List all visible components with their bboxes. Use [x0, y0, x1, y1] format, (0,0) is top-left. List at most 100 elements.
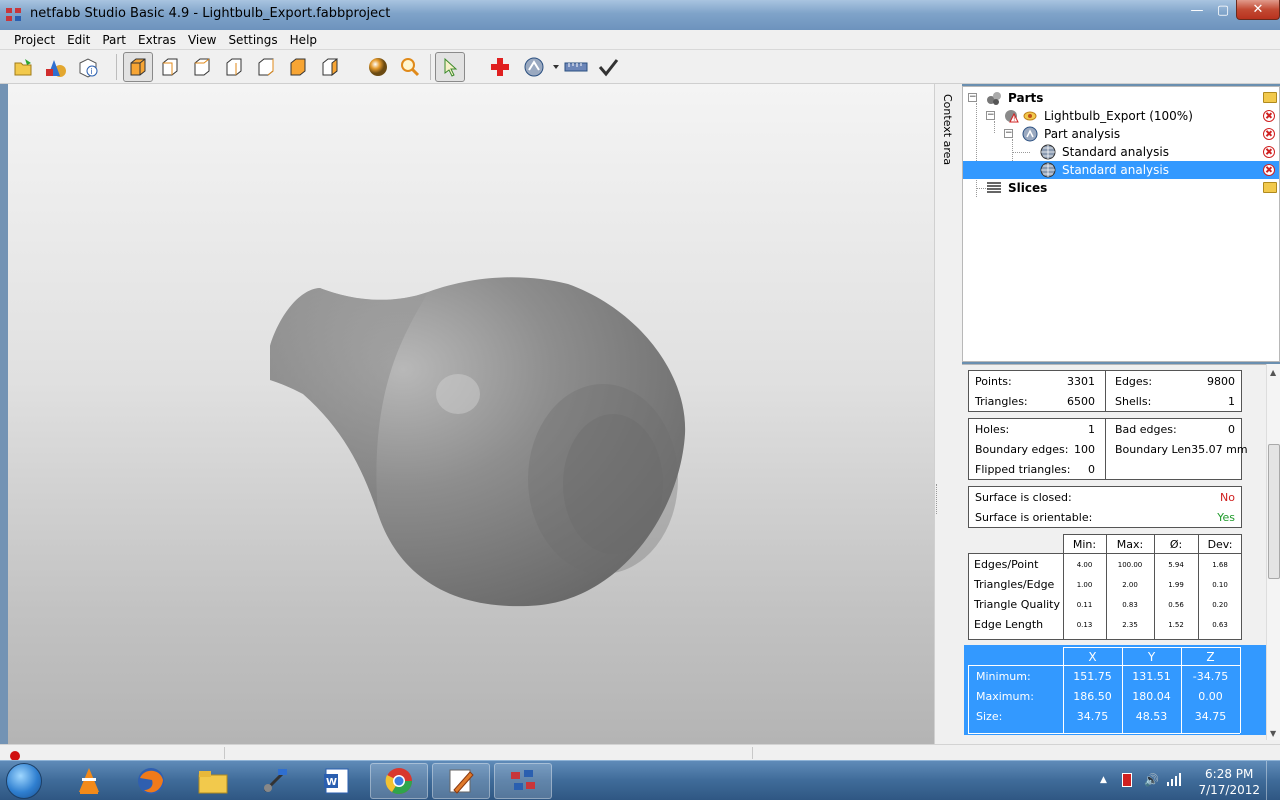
stats-row-label: Triangle Quality: [974, 598, 1061, 611]
menu-help[interactable]: Help: [284, 30, 323, 50]
menu-extras[interactable]: Extras: [132, 30, 182, 50]
shells-label: Shells:: [1115, 395, 1152, 408]
lightbulb-model[interactable]: [8, 84, 934, 744]
tree-item-part[interactable]: − ! Lightbulb_Export (100%): [963, 107, 1279, 125]
remove-icon[interactable]: [1263, 164, 1275, 176]
menu-view[interactable]: View: [182, 30, 222, 50]
extents-table[interactable]: X Y Z Minimum: 151.75 131.51 -34.75 Maxi…: [964, 645, 1266, 735]
stats-cell: 0.20: [1212, 601, 1228, 609]
view-back-icon[interactable]: [187, 52, 217, 82]
explorer-icon[interactable]: [184, 763, 242, 799]
tree-item-part-analysis[interactable]: − Part analysis: [963, 125, 1279, 143]
scroll-down-icon[interactable]: ▼: [1270, 729, 1276, 738]
analysis-scrollbar[interactable]: ▲ ▼: [1266, 364, 1280, 740]
stats-row-label: Edges/Point: [974, 558, 1039, 571]
extent-cell: 34.75: [1076, 710, 1109, 723]
remove-icon[interactable]: [1263, 110, 1275, 122]
collapse-toggle[interactable]: −: [986, 111, 995, 120]
stats-cell: 4.00: [1076, 561, 1093, 569]
surface-box: Surface is closed: No Surface is orienta…: [968, 486, 1242, 528]
boundary-length: Boundary Len35.07 mm: [1115, 443, 1248, 456]
netfabb-icon[interactable]: [494, 763, 552, 799]
3d-viewport[interactable]: [8, 84, 934, 744]
scrollbar-thumb[interactable]: [1268, 444, 1280, 579]
network-icon[interactable]: [1166, 773, 1182, 790]
stats-cell: 1.68: [1212, 561, 1228, 569]
view-left-icon[interactable]: [219, 52, 249, 82]
stats-header-dev: Dev:: [1207, 538, 1233, 551]
menu-edit[interactable]: Edit: [61, 30, 96, 50]
triangles-value: 6500: [1067, 395, 1095, 408]
chrome-icon[interactable]: [370, 763, 428, 799]
stats-row-label: Edge Length: [974, 618, 1044, 631]
shading-icon[interactable]: [363, 52, 393, 82]
slices-icon: [986, 180, 1002, 196]
show-desktop-button[interactable]: [1266, 761, 1280, 800]
mesh-counts-box: Points: 3301 Edges: 9800 Triangles: 6500…: [968, 370, 1242, 412]
tree-item-standard-analysis[interactable]: Standard analysis: [963, 143, 1279, 161]
close-button[interactable]: ✕: [1236, 0, 1280, 20]
extent-header-y: Y: [1147, 650, 1156, 664]
view-top-icon[interactable]: [283, 52, 313, 82]
volume-icon[interactable]: 🔊: [1144, 773, 1159, 787]
statistics-table: Min: Max: Ø: Dev: Edges/Point 4.00 100.0…: [968, 534, 1242, 640]
apply-icon[interactable]: [593, 52, 623, 82]
menu-project[interactable]: Project: [8, 30, 61, 50]
vlc-icon[interactable]: [60, 763, 118, 799]
stats-cell: 1.00: [1076, 581, 1093, 589]
start-button[interactable]: [6, 763, 42, 799]
word-icon[interactable]: W: [308, 763, 366, 799]
part-info-icon[interactable]: i: [73, 52, 103, 82]
context-area-strip[interactable]: Context area: [934, 84, 962, 744]
folder-icon[interactable]: [1263, 92, 1277, 103]
open-icon[interactable]: [9, 52, 39, 82]
stats-cell: 2.35: [1122, 621, 1138, 629]
tree-label-part-analysis: Part analysis: [1044, 127, 1121, 141]
stats-cell: 2.00: [1122, 581, 1138, 589]
extent-cell: 186.50: [1073, 690, 1112, 703]
folder-icon[interactable]: [1263, 182, 1277, 193]
shells-value: 1: [1228, 395, 1235, 408]
surface-orientable-value: Yes: [1217, 511, 1235, 524]
menu-part[interactable]: Part: [96, 30, 132, 50]
maximize-button[interactable]: ▢: [1210, 0, 1236, 20]
tree-item-parts[interactable]: − Parts: [963, 89, 1279, 107]
tree-item-slices[interactable]: Slices: [963, 179, 1279, 197]
collapse-toggle[interactable]: −: [968, 93, 977, 102]
scroll-up-icon[interactable]: ▲: [1270, 368, 1276, 377]
show-hidden-icons-icon[interactable]: ▲: [1100, 775, 1107, 785]
firefox-icon[interactable]: [122, 763, 180, 799]
view-right-icon[interactable]: [251, 52, 281, 82]
paint-icon[interactable]: [432, 763, 490, 799]
measure-icon[interactable]: [561, 52, 591, 82]
extent-cell: 34.75: [1194, 710, 1227, 723]
view-front-icon[interactable]: [155, 52, 185, 82]
analysis-icon[interactable]: [517, 52, 563, 82]
stats-cell: 0.13: [1076, 621, 1093, 629]
repair-icon[interactable]: [485, 52, 515, 82]
visibility-eye-icon[interactable]: [1022, 108, 1038, 124]
extent-cell: 180.04: [1132, 690, 1171, 703]
tree-label-slices: Slices: [1008, 181, 1048, 195]
context-area-label: Context area: [941, 94, 954, 166]
zoom-icon[interactable]: [395, 52, 425, 82]
menu-settings[interactable]: Settings: [222, 30, 283, 50]
collapse-toggle[interactable]: −: [1004, 129, 1013, 138]
stats-cell: 0.63: [1212, 621, 1228, 629]
edges-value: 9800: [1207, 375, 1235, 388]
add-primitive-icon[interactable]: [41, 52, 71, 82]
view-3d-icon[interactable]: [123, 52, 153, 82]
minimize-button[interactable]: —: [1184, 0, 1210, 20]
tree-item-standard-analysis-selected[interactable]: Standard analysis: [963, 161, 1279, 179]
system-clock[interactable]: 6:28 PM 7/17/2012: [1198, 766, 1260, 798]
remove-icon[interactable]: [1263, 146, 1275, 158]
select-icon[interactable]: [435, 52, 465, 82]
view-bottom-icon[interactable]: [315, 52, 345, 82]
remove-icon[interactable]: [1263, 128, 1275, 140]
menu-bar: Project Edit Part Extras View Settings H…: [0, 30, 1280, 50]
flipped-triangles-value: 0: [1088, 463, 1095, 476]
resize-grip[interactable]: [936, 484, 939, 514]
title-bar: netfabb Studio Basic 4.9 - Lightbulb_Exp…: [0, 0, 1280, 30]
security-alert-icon[interactable]: [1122, 773, 1132, 787]
tool-icon[interactable]: [246, 763, 304, 799]
